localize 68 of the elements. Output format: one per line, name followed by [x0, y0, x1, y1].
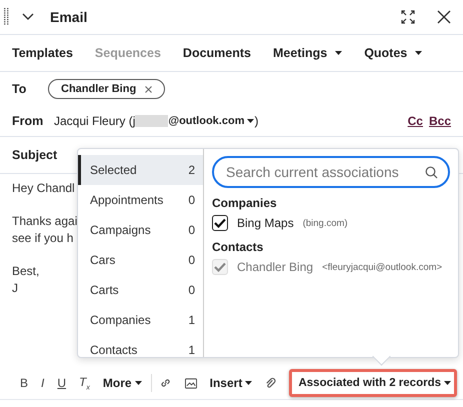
tab[interactable]: Templates — [12, 46, 73, 60]
record-name: Chandler Bing — [237, 260, 314, 274]
category-count: 0 — [188, 223, 195, 237]
category-count: 0 — [188, 283, 195, 297]
caret-icon — [245, 381, 252, 385]
chevron-down-icon[interactable] — [22, 13, 34, 21]
field-label: Subject — [12, 147, 58, 163]
group-heading: Contacts — [212, 240, 264, 254]
close-icon[interactable] — [437, 10, 451, 24]
more-dropdown[interactable]: More — [102, 376, 142, 390]
category-item[interactable]: Companies 1 — [78, 305, 203, 335]
category-item[interactable]: Contacts 1 — [78, 335, 203, 357]
drag-handle-icon[interactable] — [4, 8, 10, 26]
group-heading: Companies — [212, 196, 278, 210]
paperclip-icon[interactable] — [265, 376, 276, 390]
search-icon — [425, 166, 438, 179]
expand-icon[interactable] — [401, 10, 415, 24]
category-count: 0 — [188, 253, 195, 267]
clear-format-button[interactable]: T$_{x}$ — [79, 374, 90, 392]
category-count: 1 — [188, 313, 195, 327]
window-title: Email — [50, 9, 88, 25]
caret-icon — [247, 119, 254, 123]
category-item[interactable]: Appointments 0 — [78, 185, 203, 215]
insert-dropdown[interactable]: Insert — [210, 376, 252, 390]
body-text: Thanks agai — [12, 214, 78, 228]
bold-button[interactable]: B — [20, 376, 28, 390]
category-label: Companies — [90, 313, 151, 327]
field-label: To — [12, 82, 28, 96]
recipient-name: Chandler Bing — [61, 83, 136, 95]
category-item[interactable]: Carts 0 — [78, 275, 203, 305]
body-text: J — [12, 281, 18, 295]
record-detail: <fleuryjacqui@outlook.com> — [322, 262, 442, 272]
caret-icon — [444, 381, 451, 385]
category-label: Carts — [90, 283, 119, 297]
search-field[interactable]: Search current associations — [212, 156, 450, 188]
associated-records-button[interactable]: Associated with 2 records — [289, 369, 457, 397]
link-icon[interactable] — [160, 377, 172, 389]
tab[interactable]: Documents — [182, 46, 251, 60]
record-name: Bing Maps — [237, 216, 294, 230]
category-label: Appointments — [90, 193, 164, 207]
underline-button[interactable]: U — [57, 376, 66, 390]
italic-button[interactable]: I — [41, 376, 44, 390]
category-count: 0 — [188, 193, 195, 207]
cc-link[interactable]: Cc — [408, 114, 423, 128]
tab[interactable]: Meetings — [273, 46, 342, 60]
category-count: 1 — [188, 343, 195, 357]
category-item[interactable]: Cars 0 — [78, 245, 203, 275]
checkbox[interactable] — [212, 215, 228, 231]
caret-icon — [134, 381, 142, 385]
redaction-block — [135, 115, 168, 127]
body-text: Hey Chandl — [12, 181, 75, 195]
body-text: Best, — [12, 264, 40, 278]
recipient-chip[interactable]: Chandler Bing — [48, 79, 166, 99]
field-label: From — [12, 114, 44, 128]
remove-icon[interactable] — [145, 86, 152, 92]
category-item[interactable]: Campaigns 0 — [78, 215, 203, 245]
category-item[interactable]: Selected 2 — [78, 155, 203, 185]
sender-dropdown[interactable]: Jacqui Fleury (j @outlook.com ) — [54, 114, 258, 128]
category-label: Campaigns — [90, 223, 151, 237]
category-count: 2 — [188, 163, 195, 177]
body-text: see if you h — [12, 231, 74, 245]
category-label: Contacts — [90, 343, 138, 357]
category-label: Cars — [90, 253, 116, 267]
cc-link[interactable]: Bcc — [428, 114, 451, 128]
tab[interactable]: Quotes — [364, 46, 422, 60]
record-detail: (bing.com) — [302, 218, 348, 228]
image-icon[interactable] — [184, 378, 197, 388]
category-label: Selected — [90, 163, 137, 177]
